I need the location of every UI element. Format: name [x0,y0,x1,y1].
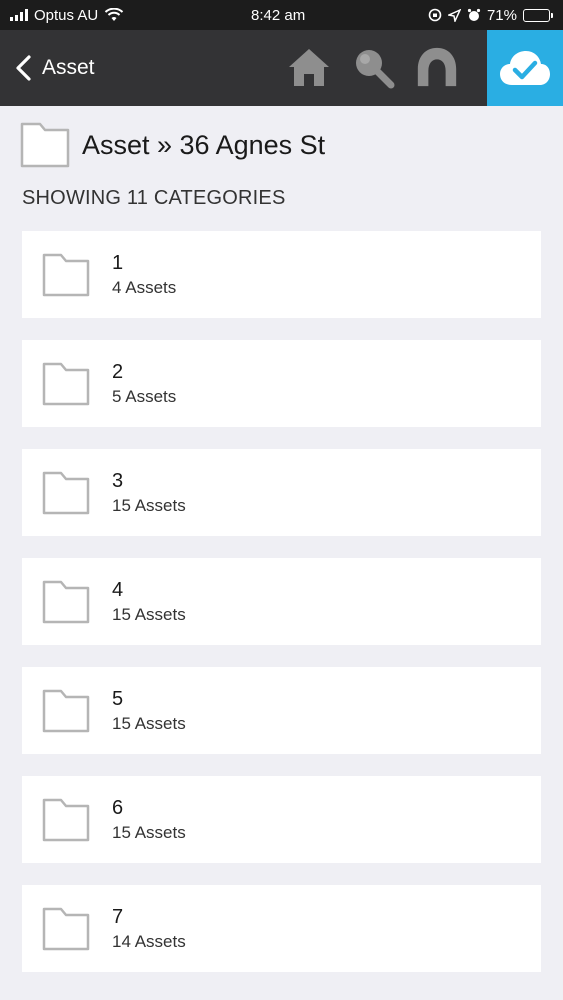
chevron-left-icon [16,55,31,81]
page-title: Asset » 36 Agnes St [82,129,326,160]
category-name: 6 [112,796,124,819]
folder-icon [42,253,90,296]
nav-bar: Asset [0,30,563,106]
rotation-lock-icon [428,8,442,22]
home-button[interactable] [286,44,332,90]
breadcrumb: Asset » 36 Agnes St [20,122,325,168]
cloud-check-icon [500,51,550,85]
asset-count: 5 Assets [112,386,177,406]
list-item-text: 2 5 Assets [112,360,176,408]
list-item-text: 6 15 Assets [112,796,186,844]
list-item-text: 5 15 Assets [112,687,186,735]
wifi-icon [105,8,124,21]
profile-icon [417,47,457,87]
status-bar: Optus AU 8:42 am 71% [0,0,563,30]
list-item-text: 1 4 Assets [112,251,176,299]
list-item[interactable]: 5 15 Assets [22,667,541,754]
list-item[interactable]: 1 4 Assets [22,231,541,318]
status-left: Optus AU [10,7,124,24]
category-name: 5 [112,687,124,710]
category-name: 4 [112,578,124,601]
category-count-label: SHOWING 11 CATEGORIES [22,187,286,209]
list-item-text: 4 15 Assets [112,578,186,626]
battery-icon [523,8,553,22]
profile-button[interactable] [414,44,460,90]
search-button[interactable] [350,44,396,90]
list-item-text: 3 15 Assets [112,469,186,517]
asset-count: 15 Assets [112,713,186,733]
category-name: 2 [112,360,124,383]
asset-count: 14 Assets [112,931,186,951]
list-item[interactable]: 7 14 Assets [22,885,541,972]
alarm-icon [467,8,481,21]
clock: 8:42 am [251,6,306,24]
search-icon [356,50,395,89]
signal-icon [10,9,28,21]
folder-icon [42,471,90,514]
sync-button[interactable] [487,30,563,106]
folder-icon [42,580,90,623]
folder-icon [42,362,90,405]
category-name: 3 [112,469,124,492]
home-icon [289,49,329,86]
category-name: 1 [112,251,124,274]
asset-count: 15 Assets [112,604,186,624]
category-list: 1 4 Assets 2 5 Assets 3 15 Assets 4 15 A… [22,231,541,994]
list-item-text: 7 14 Assets [112,905,186,953]
folder-icon [42,689,90,732]
list-item[interactable]: 3 15 Assets [22,449,541,536]
folder-icon [42,907,90,950]
back-button-label: Asset [42,56,95,79]
folder-icon [20,122,70,168]
status-right: 71% [428,7,553,24]
list-item[interactable]: 2 5 Assets [22,340,541,427]
carrier-label: Optus AU [34,6,99,24]
folder-icon [42,798,90,841]
asset-count: 15 Assets [112,495,186,515]
asset-count: 4 Assets [112,277,177,297]
location-icon [447,8,461,22]
asset-count: 15 Assets [112,822,186,842]
battery-percent: 71% [486,6,517,24]
list-item[interactable]: 6 15 Assets [22,776,541,863]
category-name: 7 [112,905,124,928]
back-button[interactable]: Asset [14,50,95,86]
list-item[interactable]: 4 15 Assets [22,558,541,645]
